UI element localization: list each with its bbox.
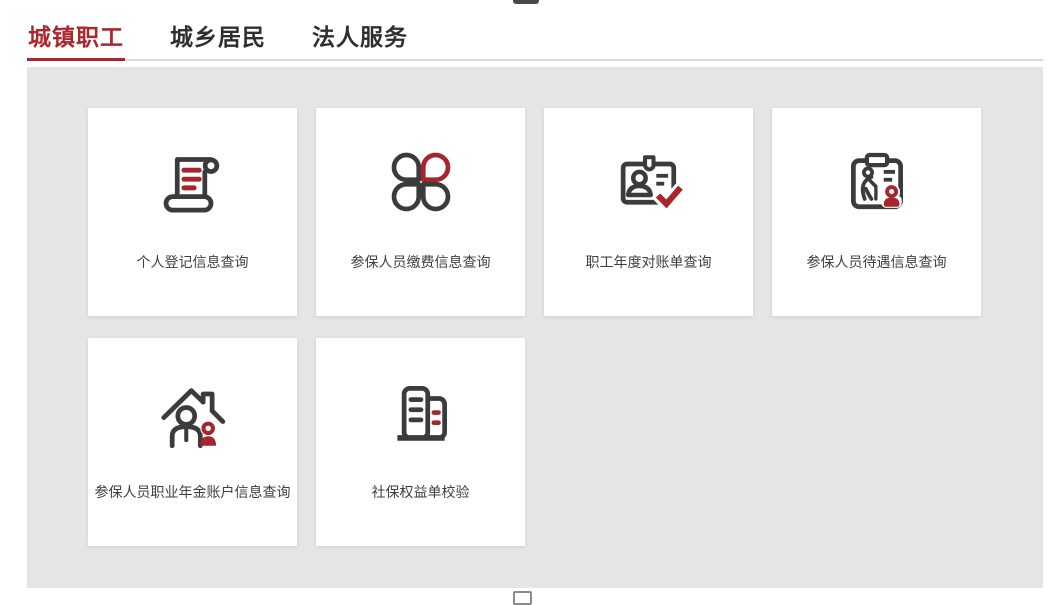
card-label: 参保人员待遇信息查询 (807, 252, 947, 272)
card-label: 职工年度对账单查询 (586, 252, 712, 272)
cropped-top-element (513, 0, 539, 4)
id-badge-check-icon (613, 146, 685, 218)
tab-urban-rural-residents[interactable]: 城乡居民 (169, 18, 267, 61)
card-personal-registration-query[interactable]: 个人登记信息查询 (88, 108, 297, 316)
cropped-bottom-element (513, 591, 532, 605)
category-tabbar: 城镇职工 城乡居民 法人服务 (27, 18, 1043, 61)
card-annual-statement-query[interactable]: 职工年度对账单查询 (544, 108, 753, 316)
card-label: 参保人员职业年金账户信息查询 (95, 482, 291, 502)
card-label: 参保人员缴费信息查询 (351, 252, 491, 272)
clipboard-elder-icon (841, 146, 913, 218)
house-family-icon (157, 376, 229, 448)
card-occupational-pension-query[interactable]: 参保人员职业年金账户信息查询 (88, 338, 297, 546)
card-label: 个人登记信息查询 (137, 252, 249, 272)
card-social-insurance-verify[interactable]: 社保权益单校验 (316, 338, 525, 546)
card-payment-info-query[interactable]: 参保人员缴费信息查询 (316, 108, 525, 316)
services-panel: 个人登记信息查询 参保人员缴费信息查询 (27, 67, 1043, 588)
card-benefit-info-query[interactable]: 参保人员待遇信息查询 (772, 108, 981, 316)
clover-icon (385, 146, 457, 218)
tab-legal-entity-services[interactable]: 法人服务 (311, 18, 409, 61)
scroll-icon (157, 146, 229, 218)
card-label: 社保权益单校验 (372, 482, 470, 502)
tab-urban-employees[interactable]: 城镇职工 (27, 18, 125, 61)
service-card-grid: 个人登记信息查询 参保人员缴费信息查询 (88, 108, 981, 546)
buildings-icon (385, 376, 457, 448)
